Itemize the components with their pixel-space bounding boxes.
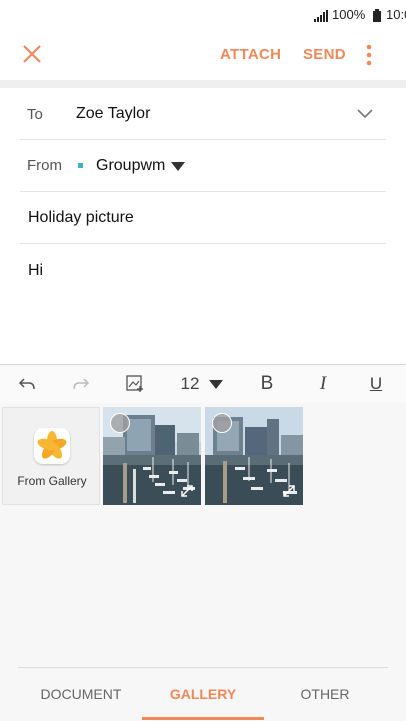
header-divider: [0, 80, 406, 88]
tab-gallery[interactable]: GALLERY: [143, 686, 263, 702]
subject-field[interactable]: Holiday picture: [0, 192, 406, 243]
formatting-toolbar: 12 B I U: [0, 364, 406, 404]
gallery-thumbnail[interactable]: [103, 407, 201, 505]
message-body[interactable]: Hi: [0, 244, 406, 364]
font-size-selector[interactable]: 12: [172, 365, 232, 403]
to-label: To: [27, 106, 43, 123]
select-checkbox[interactable]: [212, 413, 232, 433]
from-gallery-label: From Gallery: [17, 474, 87, 488]
chevron-down-icon[interactable]: [357, 109, 373, 119]
expand-icon[interactable]: [181, 485, 193, 497]
body-text[interactable]: Hi: [28, 262, 43, 280]
more-options-icon[interactable]: [366, 44, 372, 66]
to-row[interactable]: To Zoe Taylor: [0, 88, 406, 140]
status-bar: 100% 10:00: [0, 0, 406, 30]
bold-button[interactable]: B: [252, 365, 282, 403]
dropdown-arrow-icon[interactable]: [171, 162, 185, 171]
active-tab-indicator: [142, 717, 264, 720]
battery-icon: [373, 9, 381, 22]
from-account[interactable]: Groupwm: [96, 157, 165, 175]
expand-icon[interactable]: [283, 485, 295, 497]
gallery-thumbnail[interactable]: [205, 407, 303, 505]
close-icon[interactable]: [22, 44, 42, 64]
subject-text[interactable]: Holiday picture: [28, 209, 134, 227]
from-label: From: [27, 157, 62, 174]
attach-button[interactable]: ATTACH: [220, 46, 281, 63]
from-gallery-tile[interactable]: From Gallery: [2, 407, 100, 505]
undo-icon[interactable]: [12, 365, 42, 403]
tab-other[interactable]: OTHER: [265, 686, 385, 702]
underline-button[interactable]: U: [361, 365, 391, 403]
to-recipient[interactable]: Zoe Taylor: [76, 105, 150, 123]
battery-percent: 100%: [332, 7, 366, 22]
select-checkbox[interactable]: [110, 413, 130, 433]
signal-icon: [314, 10, 328, 22]
send-button[interactable]: SEND: [303, 46, 346, 63]
status-time: 10:00: [386, 7, 406, 22]
insert-image-icon[interactable]: [120, 365, 150, 403]
attachment-panel: From Gallery: [0, 403, 406, 721]
redo-icon[interactable]: [66, 365, 96, 403]
account-color-dot: [78, 163, 83, 168]
tabs-divider: [18, 667, 388, 668]
tab-document[interactable]: DOCUMENT: [21, 686, 141, 702]
compose-app-bar: ATTACH SEND: [0, 30, 406, 80]
from-row[interactable]: From Groupwm: [0, 140, 406, 191]
font-size-value: 12: [180, 374, 200, 393]
italic-button[interactable]: I: [308, 365, 338, 403]
gallery-app-icon: [34, 428, 70, 464]
dropdown-arrow-icon: [209, 379, 224, 389]
